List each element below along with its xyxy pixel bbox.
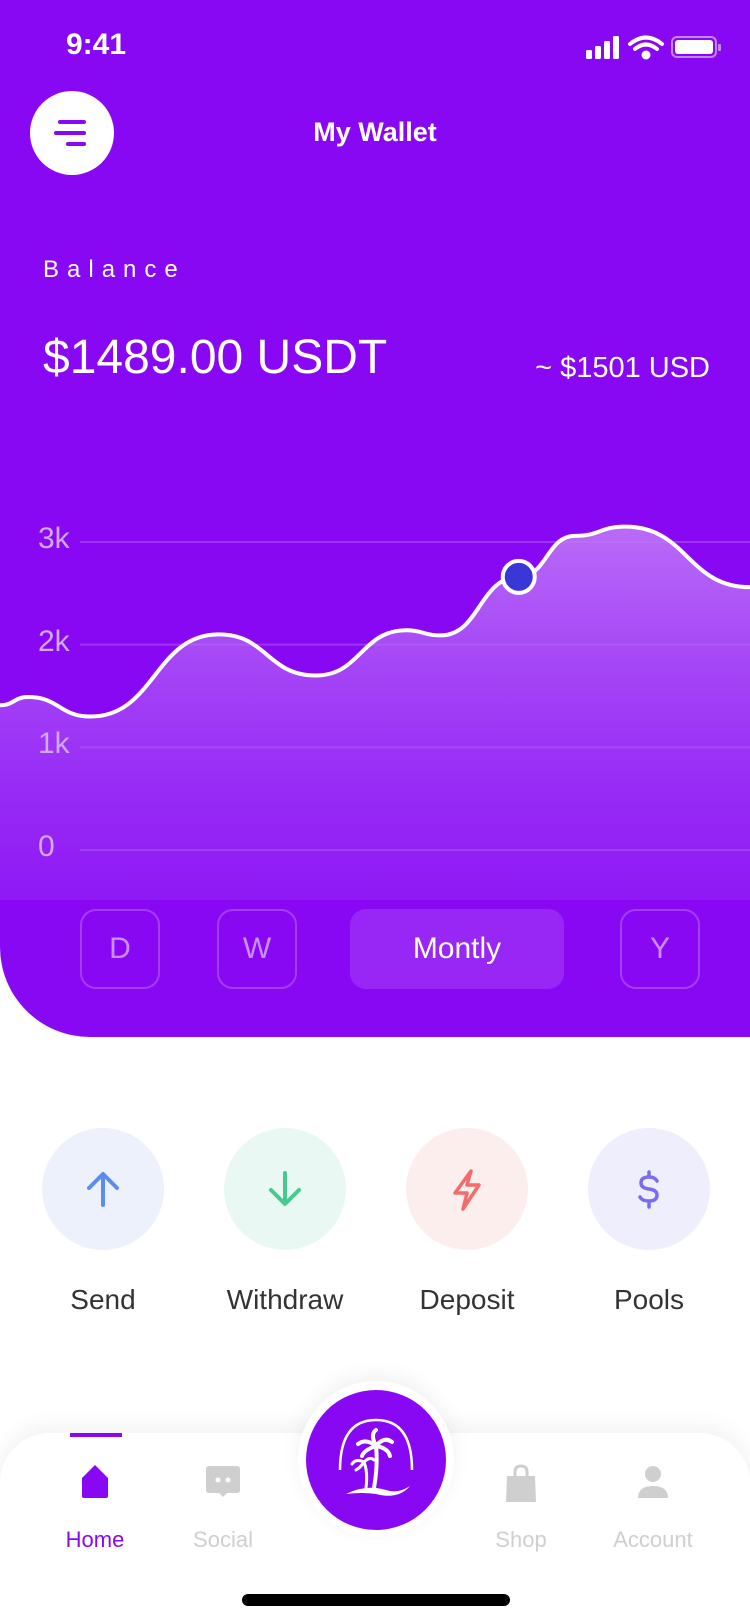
action-icon-circle	[406, 1128, 528, 1250]
balance-usd-equivalent: ~ $1501 USD	[535, 352, 710, 384]
battery-icon	[671, 36, 721, 58]
home-icon	[82, 1465, 108, 1498]
nav-label: Social	[193, 1527, 253, 1552]
nav-label: Home	[65, 1527, 125, 1552]
nav-account[interactable]: Account	[593, 1462, 713, 1553]
action-label: Pools	[613, 1284, 685, 1315]
nav-label: Account	[613, 1527, 693, 1552]
balance-chart	[0, 524, 750, 900]
action-send-button[interactable]: Send	[23, 1128, 183, 1316]
page-title: My Wallet	[313, 117, 437, 147]
palm-island-logo-icon	[338, 1418, 414, 1496]
status-icons	[586, 35, 721, 60]
arrow-down-icon	[269, 1171, 301, 1206]
shopping-bag-icon	[506, 1464, 536, 1502]
y-tick-label: 1k	[38, 727, 70, 761]
user-icon	[638, 1466, 668, 1498]
nav-shop[interactable]: Shop	[461, 1462, 581, 1553]
period-w-button[interactable]: W	[217, 909, 297, 989]
chat-icon	[206, 1466, 240, 1497]
y-tick-label: 3k	[38, 522, 70, 555]
nav-label: Shop	[495, 1527, 547, 1552]
action-pools-button[interactable]: Pools	[569, 1128, 729, 1316]
nav-home[interactable]: Home	[35, 1462, 155, 1553]
wifi-icon	[628, 35, 664, 60]
lightning-icon	[453, 1169, 481, 1211]
action-label: Withdraw	[226, 1284, 344, 1315]
action-icon-circle	[42, 1128, 164, 1250]
action-icon-circle	[224, 1128, 346, 1250]
action-label: Deposit	[419, 1284, 515, 1315]
action-withdraw-button[interactable]: Withdraw	[205, 1128, 365, 1316]
nav-social[interactable]: Social	[163, 1462, 283, 1553]
home-indicator	[242, 1594, 510, 1606]
arrow-up-icon	[87, 1172, 119, 1207]
chart-highlight-point[interactable]	[500, 558, 537, 595]
action-label: Send	[70, 1284, 136, 1315]
action-icon-circle	[588, 1128, 710, 1250]
y-tick-label: 0	[38, 830, 55, 863]
dollar-icon	[638, 1170, 659, 1209]
center-logo-button[interactable]	[306, 1390, 446, 1530]
period-d-button[interactable]: D	[80, 909, 160, 989]
period-montly-button[interactable]: Montly	[350, 909, 564, 989]
balance-label: Balance	[43, 256, 186, 283]
period-y-button[interactable]: Y	[620, 909, 700, 989]
status-time: 9:41	[66, 28, 127, 61]
active-tab-indicator	[70, 1433, 122, 1437]
action-deposit-button[interactable]: Deposit	[387, 1128, 547, 1316]
y-tick-label: 2k	[38, 624, 70, 658]
signal-icon	[586, 36, 619, 59]
balance-amount: $1489.00 USDT	[43, 331, 388, 384]
